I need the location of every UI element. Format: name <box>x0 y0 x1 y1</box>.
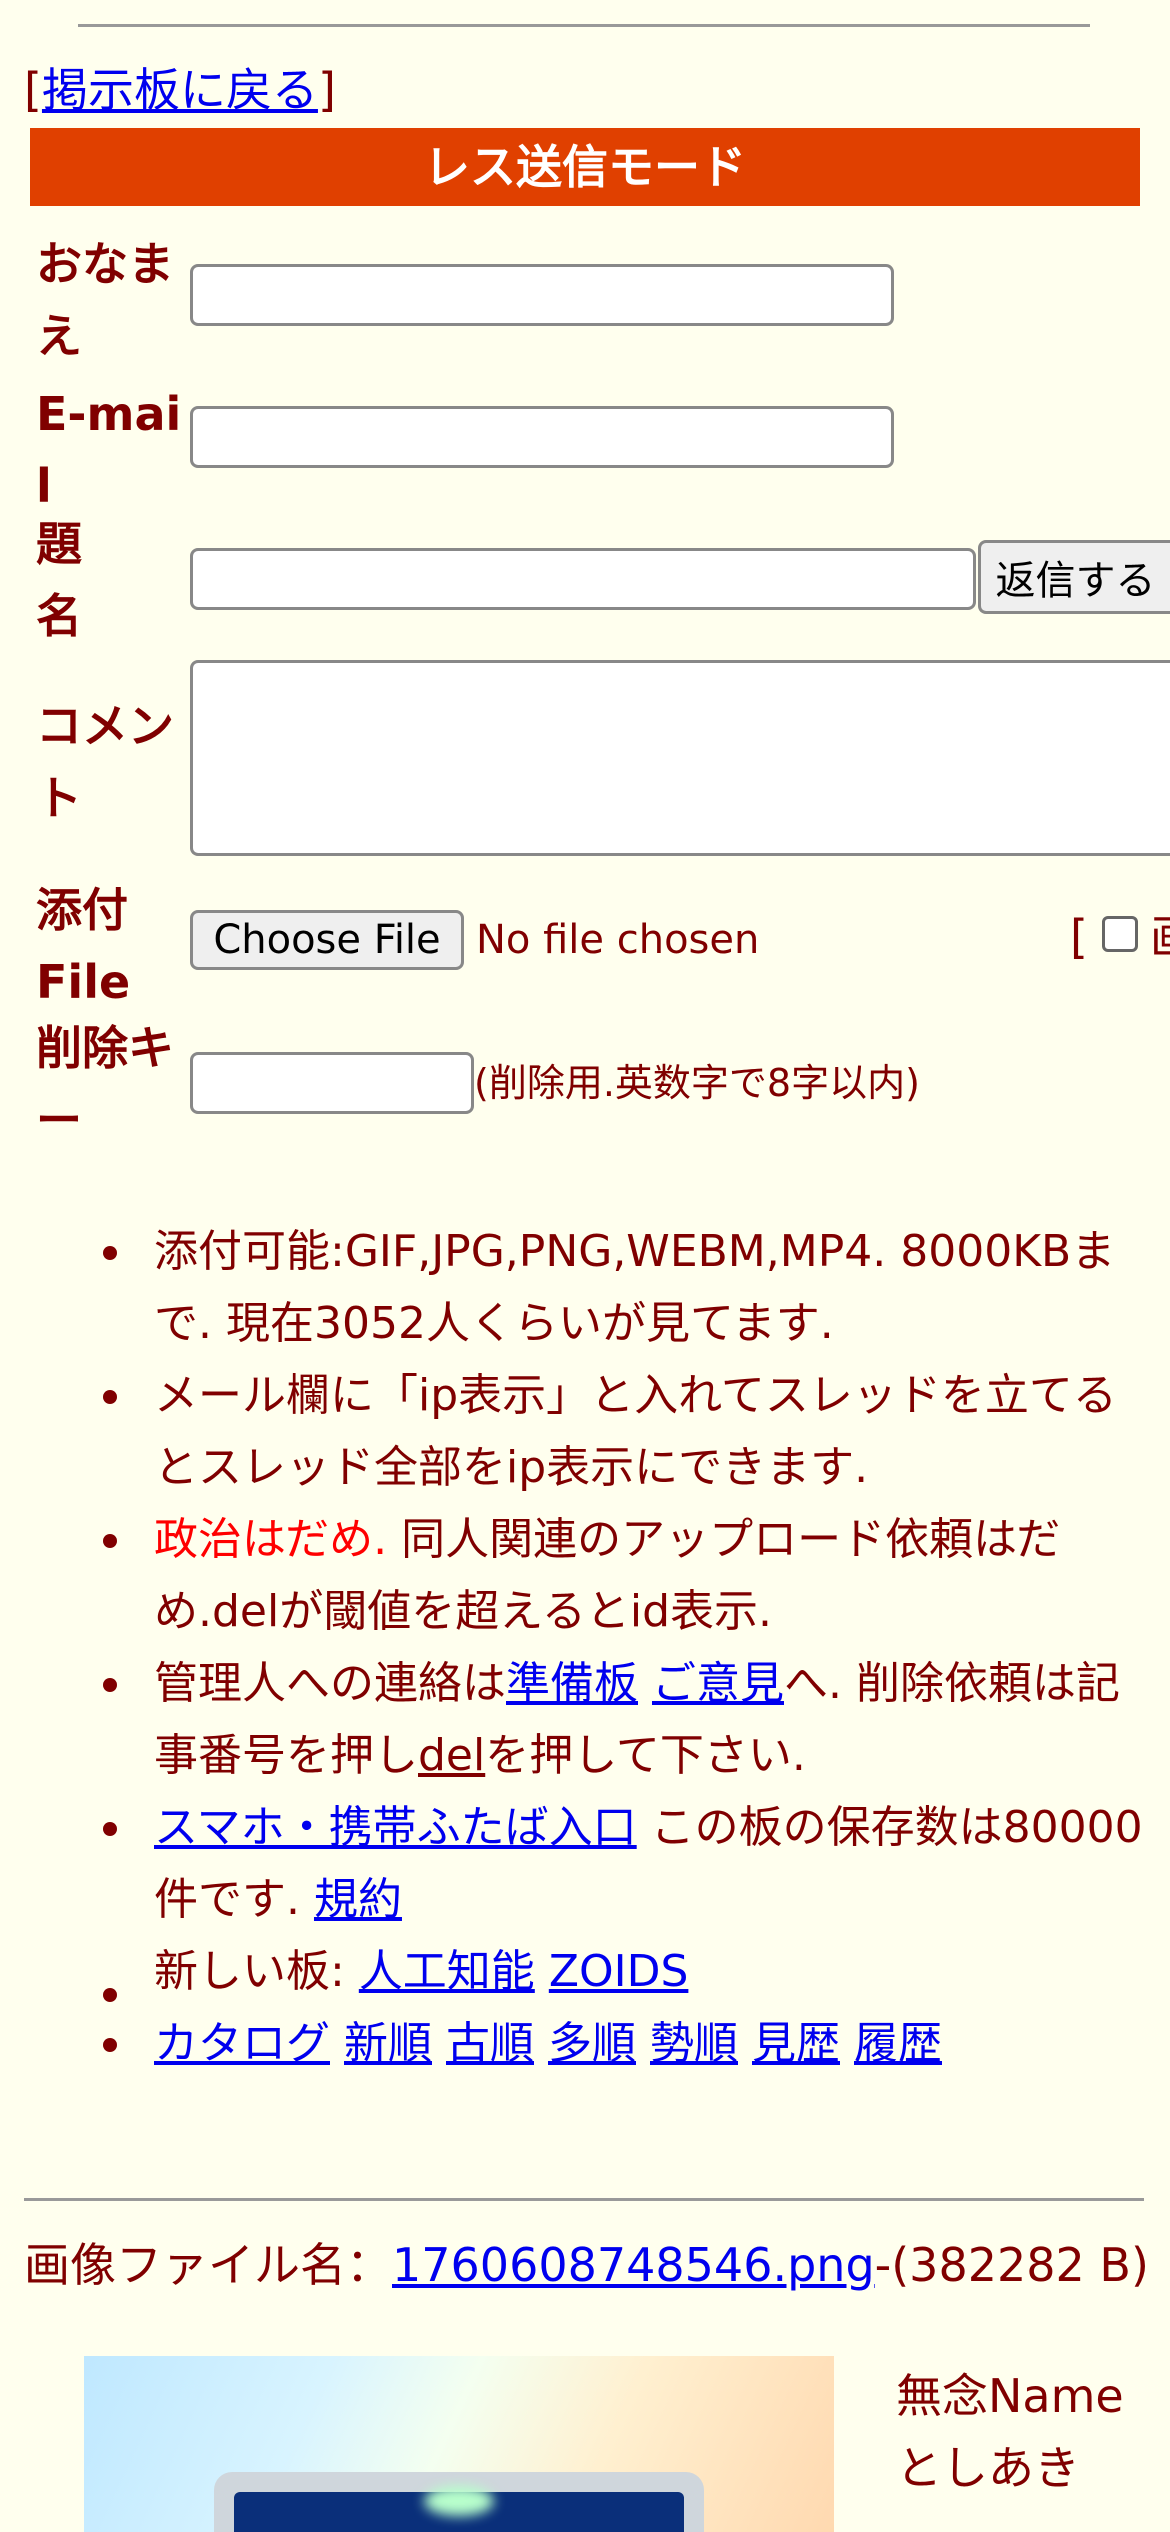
politics-warning: 政治はだめ. <box>154 1514 388 1565</box>
bracket-open: [ <box>24 63 42 117</box>
delete-key-input[interactable] <box>190 1052 474 1114</box>
attach-label: 添付File <box>36 883 131 1009</box>
name-input[interactable] <box>190 264 894 326</box>
name-label: おなまえ <box>36 237 174 363</box>
rule-item: メール欄に「ip表示」と入れてスレッドを立てるとスレッド全部をip表示にできます… <box>0 1360 1170 1504</box>
post-history-link[interactable]: 履歴 <box>854 2018 942 2069</box>
bullet-icon <box>103 1988 117 2002</box>
file-name-link[interactable]: 1760608748546.png <box>392 2238 875 2292</box>
back-to-board-link[interactable]: 掲示板に戻る <box>42 63 318 117</box>
rule-item: 管理人への連絡は準備板 ご意見へ. 削除依頼は記事番号を押しdelを押して下さい… <box>0 1648 1170 1792</box>
file-label: 画像ファイル名： <box>24 2238 392 2292</box>
poster-nickname: としあき <box>896 2441 1080 2495</box>
sort-links-item: カタログ 新順 古順 多順 勢順 見歴 履歴 <box>0 2008 1170 2080</box>
poster-name: 無念Name <box>896 2369 1124 2423</box>
subject-input[interactable] <box>190 548 976 610</box>
rule-text: を押して下さい. <box>485 1730 806 1781</box>
rule-item: スマホ・携帯ふたば入口 この板の保存数は80000件です. 規約 <box>0 1792 1170 1936</box>
bullet-icon <box>103 1534 117 1548</box>
rule-text: 添付可能:GIF,JPG,PNG,WEBM,MP4. 8000KBまで. 現在3… <box>154 1226 1116 1349</box>
poster-info: 無念Name としあき <box>896 2360 1124 2504</box>
bullet-icon <box>103 1246 117 1260</box>
prep-board-link[interactable]: 準備板 <box>506 1658 638 1709</box>
rules-list: 添付可能:GIF,JPG,PNG,WEBM,MP4. 8000KBまで. 現在3… <box>0 1216 1170 2080</box>
sort-newest-link[interactable]: 新順 <box>344 2018 432 2069</box>
sort-oldest-link[interactable]: 古順 <box>446 2018 534 2069</box>
ai-board-link[interactable]: 人工知能 <box>359 1946 535 1997</box>
terms-link[interactable]: 規約 <box>314 1874 402 1925</box>
section-divider <box>24 2198 1144 2201</box>
catalog-link[interactable]: カタログ <box>154 2018 330 2069</box>
new-boards-item: 新しい板: 人工知能 ZOIDS <box>0 1936 1170 2008</box>
new-boards-label: 新しい板: <box>154 1946 359 1997</box>
rule-item: 添付可能:GIF,JPG,PNG,WEBM,MP4. 8000KBまで. 現在3… <box>0 1216 1170 1360</box>
glow-shape <box>424 2486 494 2516</box>
post-image-thumbnail[interactable] <box>84 2356 834 2532</box>
bullet-icon <box>103 2038 117 2052</box>
choose-file-button[interactable]: Choose File <box>190 910 464 970</box>
image-option-text: 画 <box>1150 906 1170 968</box>
feedback-link[interactable]: ご意見 <box>652 1658 784 1709</box>
file-info: 画像ファイル名：1760608748546.png-(382282 B) <box>24 2236 1154 2294</box>
submit-reply-button[interactable]: 返信する <box>978 540 1170 614</box>
email-input[interactable] <box>190 406 894 468</box>
sort-momentum-link[interactable]: 勢順 <box>650 2018 738 2069</box>
sort-most-link[interactable]: 多順 <box>548 2018 636 2069</box>
bullet-icon <box>103 1822 117 1836</box>
back-nav: [掲示板に戻る] <box>24 58 336 122</box>
no-file-text: No file chosen <box>476 917 760 963</box>
mobile-entry-link[interactable]: スマホ・携帯ふたば入口 <box>154 1802 637 1853</box>
file-size: -(382282 B) <box>874 2238 1149 2292</box>
delete-key-label: 削除キー <box>36 1021 174 1147</box>
rule-item: 政治はだめ. 同人関連のアップロード依頼はだめ.delが閾値を超えるとid表示. <box>0 1504 1170 1648</box>
reply-mode-banner: レス送信モード <box>30 128 1140 206</box>
bracket-close: ] <box>317 63 336 117</box>
delete-key-note: (削除用.英数字で8字以内) <box>474 1061 920 1105</box>
rule-text: 管理人への連絡は <box>154 1658 506 1709</box>
top-divider <box>78 24 1090 27</box>
zoids-board-link[interactable]: ZOIDS <box>549 1946 689 1997</box>
image-option-checkbox[interactable] <box>1102 916 1138 952</box>
bullet-icon <box>103 1678 117 1692</box>
subject-label: 題名 <box>36 517 82 643</box>
rule-text: メール欄に「ip表示」と入れてスレッドを立てるとスレッド全部をip表示にできます… <box>154 1370 1117 1493</box>
comment-textarea[interactable] <box>190 660 1170 856</box>
image-option-bracket: [ <box>1070 910 1088 964</box>
email-label: E-mail <box>36 387 182 513</box>
bullet-icon <box>103 1390 117 1404</box>
comment-label: コメント <box>36 699 174 825</box>
del-link[interactable]: del <box>418 1730 485 1781</box>
viewed-history-link[interactable]: 見歴 <box>752 2018 840 2069</box>
